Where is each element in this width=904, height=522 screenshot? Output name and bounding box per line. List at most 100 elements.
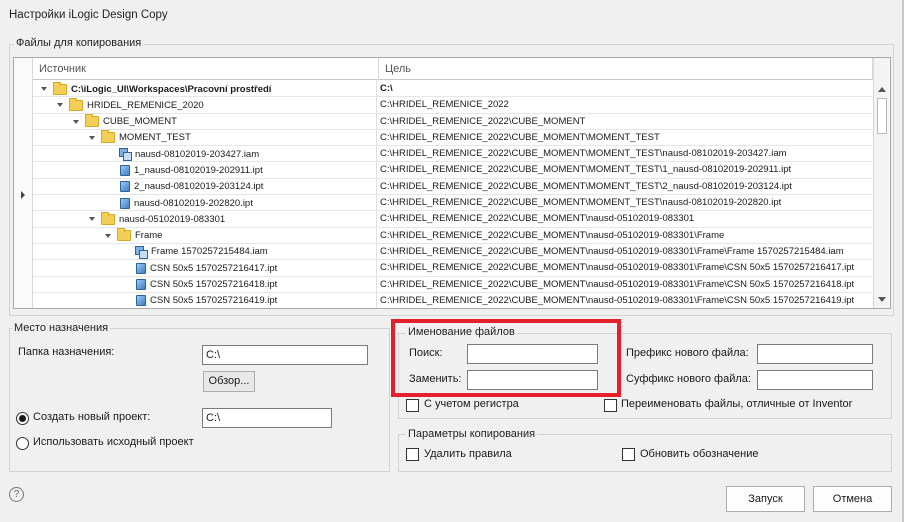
source-name: C:\iLogic_UI\Workspaces\Pracovní prostře… [71,83,272,95]
target-path-cell[interactable]: C:\HRIDEL_REMENICE_2022\CUBE_MOMENT\naus… [379,211,869,227]
expand-chevron-icon[interactable] [57,103,63,108]
expand-chevron-icon[interactable] [89,217,95,222]
target-path-cell[interactable]: C:\HRIDEL_REMENICE_2022\CUBE_MOMENT\naus… [379,228,869,244]
folder-icon [101,130,115,144]
source-name: 1_nausd-08102019-202911.ipt [134,164,263,176]
target-path-cell[interactable]: C:\HRIDEL_REMENICE_2022\CUBE_MOMENT\MOME… [379,195,869,211]
tree-row[interactable]: 1_nausd-08102019-202911.ipt C:\HRIDEL_REM… [33,162,872,179]
update-designation-checkbox[interactable] [622,448,635,461]
source-cell[interactable]: C:\iLogic_UI\Workspaces\Pracovní prostře… [33,81,377,97]
target-path-cell[interactable]: C:\ [379,81,869,97]
source-cell[interactable]: 1_nausd-08102019-202911.ipt [33,162,377,179]
source-cell[interactable]: HRIDEL_REMENICE_2020 [33,97,377,114]
source-name: MOMENT_TEST [119,132,191,144]
source-name: CSN 50x5 1570257216419.ipt [150,295,278,307]
tree-row[interactable]: Frame 1570257215484.iam C:\HRIDEL_REMENIC… [33,243,872,261]
source-name: nausd-08102019-202820.ipt [134,197,253,209]
use-source-project-label[interactable]: Использовать исходный проект [33,436,194,448]
target-path-cell[interactable]: C:\HRIDEL_REMENICE_2022\CUBE_MOMENT\MOME… [379,130,869,146]
run-button[interactable]: Запуск [726,486,805,512]
source-cell[interactable]: CSN 50x5 1570257216418.ipt [33,276,377,293]
tree-row[interactable]: HRIDEL_REMENICE_2020 C:\HRIDEL_REMENICE_2… [33,97,872,114]
rename-non-inventor-checkbox[interactable] [604,399,617,412]
source-cell[interactable]: CSN 50x5 1570257216419.ipt [33,292,377,308]
browse-button[interactable]: Обзор... [203,371,255,392]
source-cell[interactable]: Frame [33,227,377,244]
tree-row[interactable]: 2_nausd-08102019-203124.ipt C:\HRIDEL_REM… [33,178,872,196]
source-name: nausd-05102019-083301 [119,213,226,225]
destination-folder-input[interactable]: C:\ [202,345,368,365]
source-name: CUBE_MOMENT [103,116,177,128]
grid-header: Источник Цель [14,58,890,80]
target-path-cell[interactable]: C:\HRIDEL_REMENICE_2022\CUBE_MOMENT\MOME… [379,179,869,195]
source-name: CSN 50x5 1570257216417.ipt [150,262,278,274]
rename-non-inventor-label[interactable]: Переименовать файлы, отличные от Invento… [621,398,852,410]
tree-row[interactable]: C:\iLogic_UI\Workspaces\Pracovní prostře… [33,81,872,98]
target-path-cell[interactable]: C:\HRIDEL_REMENICE_2022\CUBE_MOMENT\MOME… [379,146,869,162]
tree-row[interactable]: nausd-08102019-203427.iam C:\HRIDEL_REMEN… [33,146,872,163]
current-row-arrow-icon [21,191,25,199]
help-icon[interactable]: ? [9,487,24,502]
source-cell[interactable]: CUBE_MOMENT [33,113,377,130]
create-project-input[interactable]: C:\ [202,408,332,428]
part-icon [120,181,130,193]
update-designation-label[interactable]: Обновить обозначение [640,448,758,460]
scrollbar-thumb[interactable] [877,98,887,134]
target-path-cell[interactable]: C:\HRIDEL_REMENICE_2022\CUBE_MOMENT\naus… [379,260,869,276]
tree-row[interactable]: MOMENT_TEST C:\HRIDEL_REMENICE_2022\CUBE_… [33,129,872,147]
scroll-down-arrow-icon[interactable] [878,297,886,302]
use-source-project-radio[interactable] [16,437,29,450]
target-path-cell[interactable]: C:\HRIDEL_REMENICE_2022\CUBE_MOMENT\naus… [379,244,869,260]
source-name: CSN 50x5 1570257216418.ipt [150,279,278,291]
tree-row[interactable]: nausd-08102019-202820.ipt C:\HRIDEL_REMEN… [33,195,872,212]
source-cell[interactable]: nausd-05102019-083301 [33,211,377,228]
source-cell[interactable]: nausd-08102019-202820.ipt [33,195,377,212]
folder-icon [117,228,131,242]
expand-chevron-icon[interactable] [73,119,79,124]
create-project-radio[interactable] [16,412,29,425]
source-name: Frame 1570257215484.iam [151,246,268,258]
vertical-scrollbar[interactable] [873,58,890,308]
target-path-cell[interactable]: C:\HRIDEL_REMENICE_2022\CUBE_MOMENT\naus… [379,293,869,308]
scroll-up-arrow-icon[interactable] [878,87,886,92]
window-title: Настройки iLogic Design Copy [9,9,168,21]
target-path-cell[interactable]: C:\HRIDEL_REMENICE_2022\CUBE_MOMENT [379,114,869,130]
tree-row[interactable]: CUBE_MOMENT C:\HRIDEL_REMENICE_2022\CUBE_… [33,113,872,130]
target-path-cell[interactable]: C:\HRIDEL_REMENICE_2022\CUBE_MOMENT\naus… [379,277,869,293]
source-name: 2_nausd-08102019-203124.ipt [134,181,264,193]
tree-row[interactable]: Frame C:\HRIDEL_REMENICE_2022\CUBE_MOMENT… [33,227,872,244]
part-icon [120,197,130,209]
part-icon [136,279,146,291]
target-path-cell[interactable]: C:\HRIDEL_REMENICE_2022 [379,97,869,113]
folder-icon [85,114,99,128]
tree-row[interactable]: CSN 50x5 1570257216417.ipt C:\HRIDEL_REME… [33,260,872,277]
match-case-checkbox[interactable] [406,399,419,412]
expand-chevron-icon[interactable] [89,135,95,140]
prefix-input[interactable] [757,344,873,364]
tree-row[interactable]: nausd-05102019-083301 C:\HRIDEL_REMENICE_… [33,211,872,228]
folder-icon [69,97,83,111]
source-name: HRIDEL_REMENICE_2020 [87,99,204,111]
cancel-button[interactable]: Отмена [813,486,892,512]
expand-chevron-icon[interactable] [41,87,47,91]
prefix-label: Префикс нового файла: [626,347,749,359]
assembly-icon [119,148,132,162]
source-cell[interactable]: 2_nausd-08102019-203124.ipt [33,178,377,195]
column-header-source[interactable]: Источник [33,58,379,80]
delete-rules-label[interactable]: Удалить правила [424,448,512,460]
source-cell[interactable]: MOMENT_TEST [33,129,377,146]
match-case-label[interactable]: С учетом регистра [424,398,519,410]
suffix-input[interactable] [757,370,873,390]
copy-options-group-label: Параметры копирования [406,428,538,440]
files-tree-grid[interactable]: Источник Цель C:\iLogic_UI\Workspaces\Pr… [13,57,891,309]
target-path-cell[interactable]: C:\HRIDEL_REMENICE_2022\CUBE_MOMENT\MOME… [379,162,869,178]
source-cell[interactable]: Frame 1570257215484.iam [33,243,377,260]
tree-row[interactable]: CSN 50x5 1570257216419.ipt C:\HRIDEL_REME… [33,292,872,308]
source-cell[interactable]: nausd-08102019-203427.iam [33,146,377,163]
source-cell[interactable]: CSN 50x5 1570257216417.ipt [33,260,377,277]
create-project-label[interactable]: Создать новый проект: [33,411,150,423]
delete-rules-checkbox[interactable] [406,448,419,461]
expand-chevron-icon[interactable] [105,233,111,238]
column-header-target[interactable]: Цель [379,58,873,80]
tree-row[interactable]: CSN 50x5 1570257216418.ipt C:\HRIDEL_REME… [33,276,872,293]
